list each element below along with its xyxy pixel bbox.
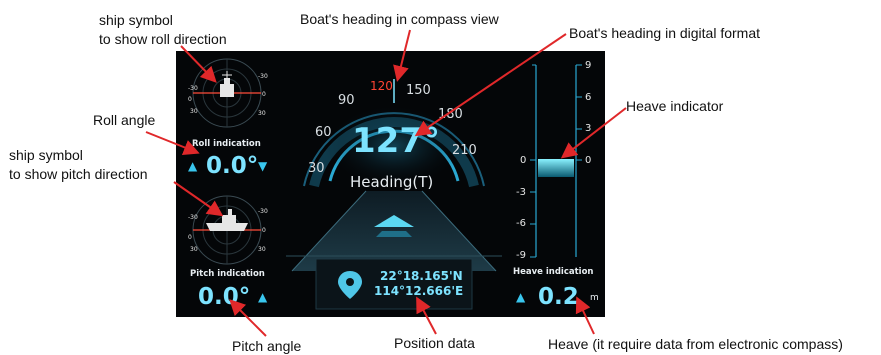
compass-label-180: 180	[438, 107, 463, 122]
heave-indication-label: Heave indication	[513, 267, 594, 277]
pitch-dial	[192, 195, 262, 265]
roll-dial	[192, 58, 262, 128]
pitch-scale-left-mid: 0	[188, 234, 192, 241]
heave-value: 0.2	[538, 284, 579, 310]
roll-scale-right-mid: 0	[262, 91, 266, 98]
pitch-scale-right-bottom: 30	[258, 246, 266, 253]
roll-scale-left-mid: 0	[188, 96, 192, 103]
heave-bar	[538, 159, 574, 177]
annotation-ship-pitch-1: ship symbol	[9, 147, 83, 163]
pitch-scale-left-bottom: 30	[190, 246, 198, 253]
annotation-heave-indicator: Heave indicator	[626, 98, 724, 114]
heave-unit: m	[590, 293, 599, 303]
pitch-scale-right-top: -30	[258, 208, 268, 215]
roll-up-arrow-icon: ▲	[188, 159, 198, 173]
compass-label-60: 60	[315, 125, 332, 140]
pitch-indication-label: Pitch indication	[190, 269, 265, 279]
roll-indication-label: Roll indication	[192, 139, 261, 149]
heading-value: 127°	[352, 121, 440, 161]
annotation-pitch-angle: Pitch angle	[232, 338, 302, 354]
compass-label-120: 120	[370, 79, 393, 93]
longitude-value: 114°12.666'E	[374, 284, 464, 298]
annotation-position-data: Position data	[394, 335, 475, 351]
heave-up-arrow-icon: ▲	[516, 290, 526, 304]
annotation-ship-pitch-2: to show pitch direction	[9, 166, 148, 182]
roll-scale-right-bottom: 30	[258, 110, 266, 117]
compass-label-210: 210	[452, 143, 477, 158]
annotation-ship-roll-1: ship symbol	[99, 12, 173, 28]
instrument-panel: -30 0 30 -30 0 30 Roll indication ▲ 0.0°…	[176, 51, 605, 317]
heave-scale-left-0: 0	[520, 155, 527, 166]
heave-scale-right-9: 9	[585, 60, 592, 71]
roll-scale-left-bottom: 30	[190, 108, 198, 115]
pitch-scale-right-mid: 0	[262, 227, 266, 234]
compass-label-30: 30	[308, 161, 325, 176]
roll-scale-right-top: -30	[258, 73, 268, 80]
heave-scale-left-3: -3	[516, 187, 526, 198]
roll-scale-left-top: -30	[188, 85, 198, 92]
annotation-heading-digital: Boat's heading in digital format	[569, 25, 761, 41]
heave-scale-left-6: -6	[516, 218, 526, 229]
heave-scale-right-3: 3	[585, 123, 592, 134]
latitude-value: 22°18.165'N	[380, 269, 463, 283]
roll-down-arrow-icon: ▼	[258, 159, 268, 173]
annotation-heading-compass: Boat's heading in compass view	[300, 11, 499, 27]
compass-label-150: 150	[406, 83, 431, 98]
heading-label: Heading(T)	[350, 173, 434, 191]
pitch-up-arrow-icon: ▲	[258, 290, 268, 304]
heave-scale-right-0: 0	[585, 155, 592, 166]
annotation-heave-note: Heave (it require data from electronic c…	[548, 336, 843, 352]
heave-scale-right-6: 6	[585, 92, 592, 103]
annotation-roll-angle: Roll angle	[93, 112, 156, 128]
heave-gauge	[530, 64, 582, 258]
pitch-angle-value: 0.0°	[198, 284, 251, 310]
compass-label-90: 90	[338, 93, 355, 108]
heave-scale-left-9: -9	[516, 250, 526, 261]
roll-angle-value: 0.0°	[206, 153, 259, 179]
annotation-ship-roll-2: to show roll direction	[99, 31, 227, 47]
pitch-scale-left-top: -30	[188, 214, 198, 221]
